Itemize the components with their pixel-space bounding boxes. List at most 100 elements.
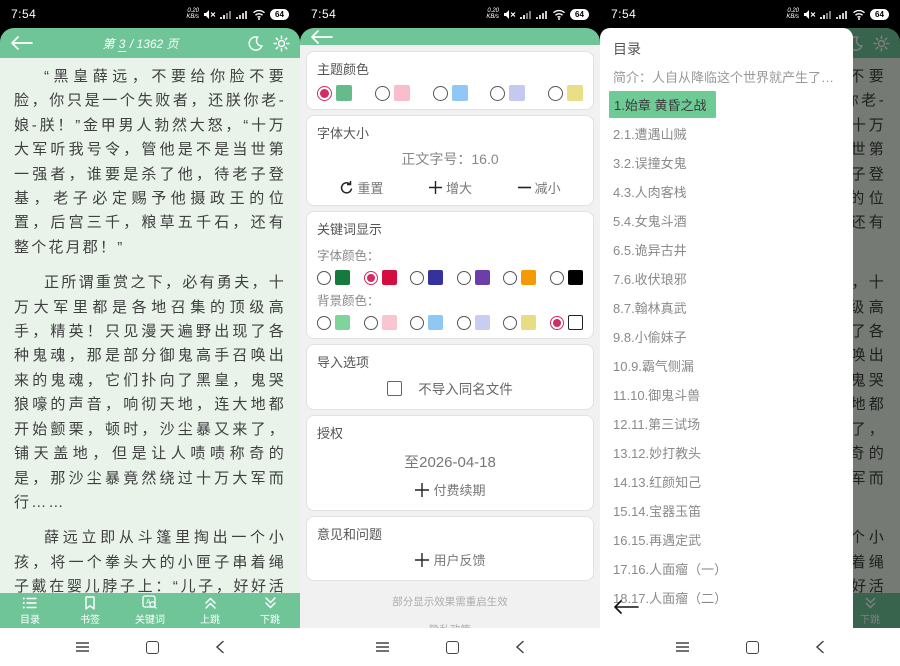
- toolbar-item-bookmark[interactable]: 书签: [60, 593, 120, 628]
- home-icon[interactable]: [146, 641, 159, 654]
- user-feedback-button[interactable]: 用户反馈: [414, 550, 485, 569]
- color-swatch[interactable]: [568, 315, 583, 330]
- toc-item[interactable]: 5.4.女鬼斗酒: [613, 206, 840, 235]
- toc-item[interactable]: 18.17.人面瘤（二）: [613, 583, 840, 612]
- status-bar: 7:54 0.20KB/s 64: [0, 0, 300, 28]
- toc-item[interactable]: 3.2.误撞女鬼: [613, 148, 840, 177]
- color-swatch[interactable]: [452, 85, 468, 101]
- settings-footer: 部分显示效果需重启生效 隐私政策 粤ICP备2025373685号 狮子火龙科技: [306, 594, 594, 628]
- page-indicator[interactable]: 第 3 / 1362 页: [34, 35, 247, 52]
- toc-item[interactable]: 9.8.小偷妹子: [613, 322, 840, 351]
- home-icon[interactable]: [446, 641, 459, 654]
- color-swatch[interactable]: [521, 270, 536, 285]
- back-arrow-icon[interactable]: [310, 30, 334, 44]
- keyword-bg-color-option[interactable]: [503, 315, 536, 330]
- color-swatch[interactable]: [382, 270, 397, 285]
- radio[interactable]: [433, 86, 448, 101]
- toc-item[interactable]: 13.12.妙打教头: [613, 438, 840, 467]
- radio[interactable]: [548, 86, 563, 101]
- reset-font-button[interactable]: 重置: [339, 178, 383, 197]
- toc-item[interactable]: 12.11.第三试场: [613, 409, 840, 438]
- toc-item[interactable]: 8.7.翰林真武: [613, 293, 840, 322]
- toc-item[interactable]: 4.3.人肉客栈: [613, 177, 840, 206]
- keyword-font-color-option[interactable]: [457, 270, 490, 285]
- toc-item[interactable]: 15.14.宝器玉笛: [613, 496, 840, 525]
- keyword-font-color-option[interactable]: [317, 270, 350, 285]
- toolbar-item-contents[interactable]: 目录: [0, 593, 60, 628]
- home-icon[interactable]: [746, 641, 759, 654]
- nav-back-icon[interactable]: [515, 640, 525, 654]
- signal-5g-icon: [836, 9, 848, 20]
- color-swatch[interactable]: [428, 315, 443, 330]
- color-swatch[interactable]: [521, 315, 536, 330]
- color-swatch[interactable]: [335, 270, 350, 285]
- toolbar-item-keywords[interactable]: A 关键词: [120, 593, 180, 628]
- toolbar-item-jump-down[interactable]: 下跳: [240, 593, 300, 628]
- card-title: 字体大小: [317, 123, 583, 142]
- theme-color-option[interactable]: [317, 85, 352, 101]
- toc-item[interactable]: 10.9.霸气侧漏: [613, 351, 840, 380]
- settings-body: 主题颜色 字体大小 正文字号：16.0 重置: [300, 45, 600, 628]
- checkbox-label[interactable]: 不导入同名文件: [418, 378, 513, 398]
- theme-color-option[interactable]: [548, 85, 583, 101]
- keyword-font-color-option[interactable]: [550, 270, 583, 285]
- card-title: 关键词显示: [317, 219, 583, 238]
- theme-color-option[interactable]: [375, 85, 410, 101]
- toc-intro-item[interactable]: 简介：人自从降临这个世界就产生了与之相…: [613, 67, 838, 86]
- keyword-font-color-option[interactable]: [410, 270, 443, 285]
- license-expiry: 至2026-04-18: [317, 451, 583, 472]
- keyword-bg-color-option[interactable]: [317, 315, 350, 330]
- nav-back-icon[interactable]: [215, 640, 225, 654]
- color-swatch[interactable]: [382, 315, 397, 330]
- color-swatch[interactable]: [567, 85, 583, 101]
- toc-item[interactable]: 17.16.人面瘤（一）: [613, 554, 840, 583]
- theme-color-option[interactable]: [490, 85, 525, 101]
- color-swatch[interactable]: [475, 270, 490, 285]
- theme-color-option[interactable]: [433, 85, 468, 101]
- keyword-font-color-option[interactable]: [503, 270, 536, 285]
- decrease-font-button[interactable]: 减小: [517, 178, 561, 197]
- nav-back-icon[interactable]: [815, 640, 825, 654]
- settings-header: [300, 28, 600, 45]
- toc-item[interactable]: 14.13.红颜知己: [613, 467, 840, 496]
- radio[interactable]: [490, 86, 505, 101]
- keyword-font-color-option[interactable]: [364, 270, 397, 285]
- toc-back-button[interactable]: [613, 600, 639, 619]
- keyword-search-icon: A: [142, 595, 158, 610]
- night-mode-icon[interactable]: [247, 35, 264, 52]
- color-swatch[interactable]: [428, 270, 443, 285]
- toc-item[interactable]: 16.15.再遇定武: [613, 525, 840, 554]
- list-icon: [22, 596, 38, 610]
- toc-item[interactable]: 6.5.诡异古井: [613, 235, 840, 264]
- keyword-bg-color-option[interactable]: [364, 315, 397, 330]
- app-root: 7:54 0.20KB/s 64 第 3 / 1362 页 “黑皇薛远，不要给你…: [0, 0, 900, 666]
- toc-item[interactable]: 2.1.遭遇山贼: [613, 119, 840, 148]
- feedback-card: 意见和问题 用户反馈: [306, 516, 594, 581]
- radio-selected[interactable]: [317, 86, 332, 101]
- color-swatch[interactable]: [475, 315, 490, 330]
- back-arrow-icon[interactable]: [10, 36, 34, 50]
- screen-toc: 7:54 0.20KB/s 64 第 3 / 1362 页: [600, 0, 900, 666]
- color-swatch[interactable]: [335, 315, 350, 330]
- renew-button[interactable]: 付费续期: [414, 480, 485, 499]
- recent-apps-icon[interactable]: [375, 641, 390, 653]
- toolbar-item-jump-up[interactable]: 上跳: [180, 593, 240, 628]
- color-swatch[interactable]: [394, 85, 410, 101]
- settings-gear-icon[interactable]: [273, 35, 290, 52]
- skip-duplicate-checkbox[interactable]: [387, 381, 402, 396]
- network-speed: 0.20KB/s: [186, 8, 199, 20]
- toc-item[interactable]: 7.6.收伏琅邪: [613, 264, 840, 293]
- color-swatch[interactable]: [568, 270, 583, 285]
- recent-apps-icon[interactable]: [675, 641, 690, 653]
- toc-item[interactable]: 11.10.御鬼斗兽: [613, 380, 840, 409]
- keyword-bg-color-option[interactable]: [457, 315, 490, 330]
- keyword-bg-color-option[interactable]: [410, 315, 443, 330]
- increase-font-button[interactable]: 增大: [428, 178, 472, 197]
- color-swatch[interactable]: [509, 85, 525, 101]
- toc-item-current[interactable]: 1.始章 黄昏之战: [613, 90, 840, 119]
- recent-apps-icon[interactable]: [75, 641, 90, 653]
- color-swatch[interactable]: [336, 85, 352, 101]
- jump-down-icon: [263, 596, 278, 610]
- radio[interactable]: [375, 86, 390, 101]
- keyword-bg-color-option[interactable]: [550, 315, 583, 330]
